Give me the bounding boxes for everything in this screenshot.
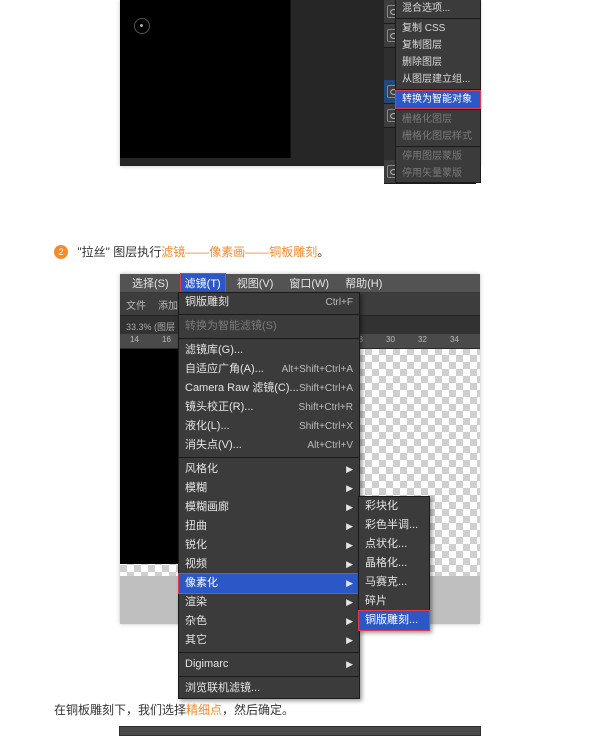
- ruler-tick-label: 30: [386, 335, 395, 344]
- filter-menu-item: 转换为智能滤镜(S): [179, 317, 359, 336]
- filter-menu-item[interactable]: 滤镜库(G)...: [179, 341, 359, 360]
- pixelate-submenu-item[interactable]: 彩块化: [359, 497, 429, 516]
- screenshot-filter-menu: 选择(S)滤镜(T)视图(V)窗口(W)帮助(H) 文件 添加新变 33.3% …: [120, 274, 480, 624]
- context-menu-item[interactable]: 删除图层: [396, 54, 480, 71]
- corner-marker: [134, 18, 150, 34]
- step3-tail: ，然后确定。: [222, 703, 294, 717]
- layer-context-menu[interactable]: 混合选项... 复制 CSS复制图层删除图层从图层建立组... 转换为智能对象栅格化…: [395, 0, 481, 183]
- context-menu-item[interactable]: 复制 CSS: [396, 20, 480, 37]
- arrow: ——: [245, 245, 269, 259]
- menubar-item[interactable]: 视图(V): [233, 274, 278, 292]
- filter-menu-item[interactable]: Camera Raw 滤镜(C)...Shift+Ctrl+A: [179, 379, 359, 398]
- ruler-tick-label: 14: [130, 335, 139, 344]
- filter-menu-item[interactable]: 铜版雕刻Ctrl+F: [179, 293, 359, 312]
- step-2-caption: 2 "拉丝" 图层执行滤镜——像素画——铜板雕刻。: [0, 236, 600, 274]
- toolbar-left-label: 文件: [126, 297, 146, 312]
- filter-menu-item[interactable]: 消失点(V)...Alt+Ctrl+V: [179, 436, 359, 455]
- filter-menu-dropdown[interactable]: 铜版雕刻Ctrl+F 转换为智能滤镜(S) 滤镜库(G)...自适应广角(A)...…: [178, 292, 360, 699]
- filter-menu-item[interactable]: 杂色▶: [179, 612, 359, 631]
- context-menu-item: 停用矢量蒙版: [396, 165, 480, 182]
- filter-menu-item[interactable]: 液化(L)...Shift+Ctrl+X: [179, 417, 359, 436]
- context-menu-item: 停用图层蒙版: [396, 148, 480, 165]
- filter-menu-item[interactable]: 锐化▶: [179, 536, 359, 555]
- context-menu-item: 栅格化图层样式: [396, 128, 480, 145]
- filter-menu-item[interactable]: 其它▶: [179, 631, 359, 650]
- step2-tail: 。: [317, 245, 329, 259]
- menu-separator: [179, 457, 359, 458]
- step2-path2: 像素画: [209, 245, 245, 259]
- pixelate-submenu[interactable]: 彩块化彩色半调...点状化...晶格化...马赛克...碎片铜版雕刻...: [358, 496, 430, 631]
- menu-separator: [179, 676, 359, 677]
- canvas-preview: [120, 0, 291, 158]
- arrow: ——: [185, 245, 209, 259]
- filter-menu-item[interactable]: 模糊▶: [179, 479, 359, 498]
- menubar-item[interactable]: 选择(S): [128, 274, 173, 292]
- ps-menubar[interactable]: 选择(S) 滤镜(T) 视图(V) 窗口(W) 帮助(H): [120, 274, 480, 293]
- menu-separator: [179, 338, 359, 339]
- menu-separator: [396, 146, 480, 147]
- filter-menu-item[interactable]: 渲染▶: [179, 593, 359, 612]
- menu-separator: [396, 109, 480, 110]
- filter-menu-item[interactable]: 风格化▶: [179, 460, 359, 479]
- context-menu-item[interactable]: 混合选项...: [396, 0, 480, 17]
- step2-pre: "拉丝" 图层执行: [77, 245, 161, 259]
- filter-menu-item[interactable]: 浏览联机滤镜...: [179, 679, 359, 698]
- context-menu-item[interactable]: 转换为智能对象: [396, 91, 480, 108]
- pixelate-submenu-item[interactable]: 晶格化...: [359, 554, 429, 573]
- step2-path1: 滤镜: [161, 245, 185, 259]
- screenshot-layers-context: 圆角矩图层 3▸ 效果▸ 颜色拉丝渐变填▸ 效果▸ 渐变图层1 混合选项...复…: [120, 0, 480, 166]
- menu-separator: [179, 652, 359, 653]
- menubar-item[interactable]: 帮助(H): [341, 274, 386, 292]
- ruler-tick-label: 34: [450, 335, 459, 344]
- step3-choice: 精细点: [186, 703, 222, 717]
- menubar-item[interactable]: 滤镜(T): [181, 274, 225, 292]
- filter-menu-item[interactable]: 扭曲▶: [179, 517, 359, 536]
- filter-menu-item[interactable]: 自适应广角(A)...Alt+Shift+Ctrl+A: [179, 360, 359, 379]
- step3-pre: 在铜板雕刻下，我们选择: [54, 703, 186, 717]
- ruler-tick-label: 32: [418, 335, 427, 344]
- menu-separator: [396, 18, 480, 19]
- screenshot-dialog-strip: [119, 726, 481, 736]
- filter-menu-item[interactable]: 视频▶: [179, 555, 359, 574]
- filter-menu-item[interactable]: Digimarc▶: [179, 655, 359, 674]
- filter-menu-item[interactable]: 模糊画廊▶: [179, 498, 359, 517]
- filter-menu-item[interactable]: 镜头校正(R)...Shift+Ctrl+R: [179, 398, 359, 417]
- menubar-item[interactable]: 窗口(W): [285, 274, 333, 292]
- ruler-tick-label: 16: [162, 335, 171, 344]
- filter-menu-item[interactable]: 像素化▶: [179, 574, 359, 593]
- context-menu-item[interactable]: 复制图层: [396, 37, 480, 54]
- context-menu-item: 栅格化图层: [396, 111, 480, 128]
- pixelate-submenu-item[interactable]: 彩色半调...: [359, 516, 429, 535]
- pixelate-submenu-item[interactable]: 碎片: [359, 592, 429, 611]
- pixelate-submenu-item[interactable]: 马赛克...: [359, 573, 429, 592]
- menu-separator: [396, 89, 480, 90]
- menu-separator: [179, 314, 359, 315]
- pixelate-submenu-item[interactable]: 点状化...: [359, 535, 429, 554]
- step-bullet-2: 2: [54, 245, 68, 259]
- context-menu-item[interactable]: 从图层建立组...: [396, 71, 480, 88]
- step2-path3: 铜板雕刻: [269, 245, 317, 259]
- pixelate-submenu-item[interactable]: 铜版雕刻...: [359, 611, 429, 630]
